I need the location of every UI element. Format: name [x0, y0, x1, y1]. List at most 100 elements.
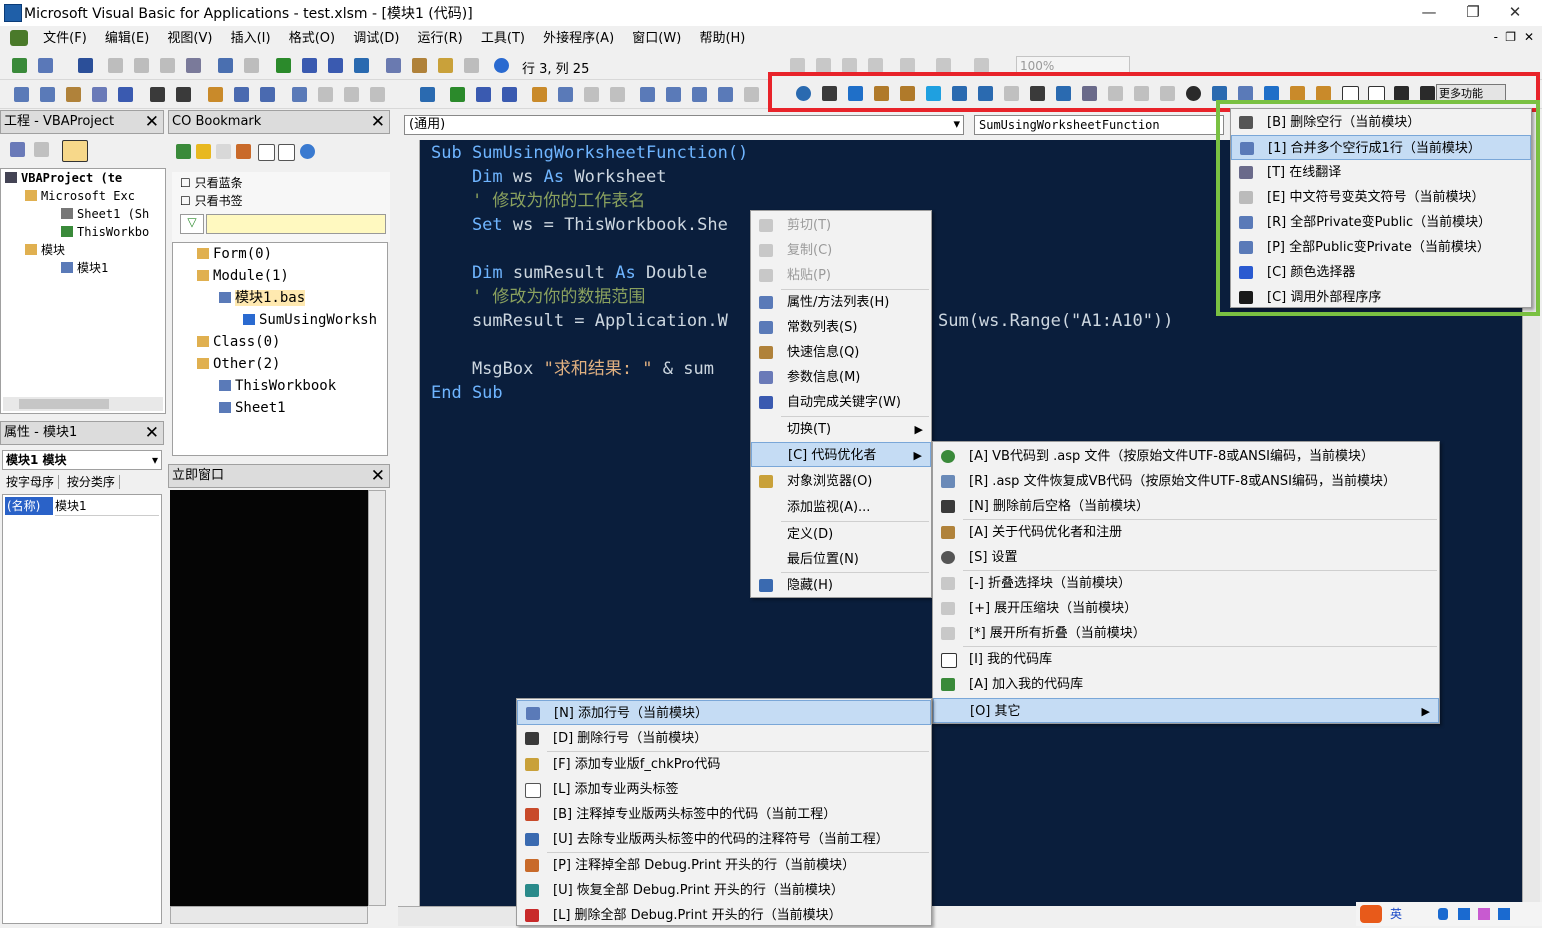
- cut-icon[interactable]: [108, 58, 123, 73]
- align-icon[interactable]: [790, 58, 805, 73]
- menu-definition[interactable]: 定义(D): [751, 522, 931, 547]
- comment-block-icon[interactable]: [234, 87, 249, 102]
- menu-tools[interactable]: 工具(T): [474, 26, 532, 51]
- breakpoint-icon[interactable]: [532, 87, 547, 102]
- more-external-program[interactable]: [C] 调用外部程序序: [1231, 285, 1531, 310]
- menu-hide[interactable]: 隐藏(H): [751, 573, 931, 598]
- tree-other[interactable]: Other(2): [213, 356, 280, 372]
- opt-about[interactable]: [A] 关于代码优化者和注册: [933, 520, 1439, 545]
- tree-form[interactable]: Form(0): [213, 246, 272, 262]
- center-icon[interactable]: [900, 58, 915, 73]
- ime-lang[interactable]: 英: [1390, 902, 1402, 926]
- filter-icon[interactable]: ▽: [180, 214, 204, 234]
- menu-toggle[interactable]: 切换(T) ▶: [751, 417, 931, 442]
- tab-alphabetic[interactable]: 按字母序: [2, 475, 60, 489]
- other-uncomment-tags[interactable]: [U] 去除专业版两头标签中的代码的注释符号（当前工程）: [517, 827, 931, 852]
- more-color-picker[interactable]: [C] 颜色选择器: [1231, 260, 1531, 285]
- menu-paste[interactable]: 粘贴(P): [751, 263, 931, 288]
- run-icon[interactable]: [276, 58, 291, 73]
- mdi-close-button[interactable]: ✕: [1524, 30, 1534, 44]
- opt-vb-to-asp[interactable]: [A] VB代码到 .asp 文件（按原始文件UTF-8或ANSI编码，当前模块…: [933, 444, 1439, 469]
- quick-info-icon[interactable]: [66, 87, 81, 102]
- immediate-window[interactable]: [170, 490, 368, 906]
- expand-tree-icon[interactable]: [278, 144, 295, 161]
- watch-window-icon[interactable]: [692, 87, 707, 102]
- menu-add-watch[interactable]: 添加监视(A)...: [751, 495, 931, 520]
- export-icon[interactable]: [1290, 86, 1305, 101]
- more-public-to-private[interactable]: [P] 全部Public变Private（当前模块）: [1231, 235, 1531, 260]
- format-icon[interactable]: [952, 86, 967, 101]
- mdi-restore-button[interactable]: ❐: [1505, 30, 1516, 44]
- menu-code-optimizer[interactable]: [C] 代码优化者 ▶: [751, 442, 931, 467]
- procedure-combo[interactable]: SumUsingWorksheetFunction: [974, 115, 1224, 135]
- toolbox-tray-icon[interactable]: [1498, 908, 1510, 920]
- opt-expand-all[interactable]: [*] 展开所有折叠（当前模块）: [933, 621, 1439, 646]
- properties-object-combo[interactable]: 模块1 模块 ▾: [2, 450, 162, 470]
- opt-asp-to-vb[interactable]: [R] .asp 文件恢复成VB代码（按原始文件UTF-8或ANSI编码，当前模…: [933, 469, 1439, 494]
- collapse-icon[interactable]: [1108, 86, 1123, 101]
- menu-quick-info[interactable]: 快速信息(Q): [751, 340, 931, 365]
- tree-vbaproject[interactable]: VBAProject (te: [21, 171, 122, 185]
- code-hscrollbar[interactable]: [398, 906, 518, 926]
- other-delete-line-numbers[interactable]: [D] 删除行号（当前模块）: [517, 726, 931, 751]
- tree-thisworkbook[interactable]: ThisWorkbo: [77, 225, 149, 239]
- step-into-icon[interactable]: [558, 87, 573, 102]
- tree-class[interactable]: Class(0): [213, 334, 280, 350]
- menu-copy[interactable]: 复制(C): [751, 238, 931, 263]
- stop-icon[interactable]: [502, 87, 517, 102]
- tree-excel-objects[interactable]: Microsoft Exc: [41, 189, 135, 203]
- param-info-icon[interactable]: [92, 87, 107, 102]
- design-mode-icon[interactable]: [354, 58, 369, 73]
- more-delete-blank-lines[interactable]: [B] 删除空行（当前模块）: [1231, 110, 1531, 135]
- run-optimizer-icon[interactable]: [1212, 86, 1227, 101]
- indent-icon[interactable]: [150, 87, 165, 102]
- redo-icon[interactable]: [244, 58, 259, 73]
- find-icon[interactable]: [186, 58, 201, 73]
- list-constants-icon[interactable]: [40, 87, 55, 102]
- code-margin[interactable]: [398, 140, 420, 926]
- bookmark-filter-input[interactable]: [206, 214, 386, 234]
- bookmark-refresh-icon[interactable]: [176, 144, 191, 159]
- other-comment-tags[interactable]: [B] 注释掉专业版两头标签中的代码（当前工程）: [517, 802, 931, 827]
- unformat-icon[interactable]: [978, 86, 993, 101]
- excel-icon[interactable]: [10, 30, 28, 46]
- module-lock-icon[interactable]: [874, 86, 889, 101]
- more-merge-blank-lines[interactable]: [1] 合并多个空行成1行（当前模块）: [1231, 135, 1531, 160]
- tree-module-folder[interactable]: Module(1): [213, 268, 289, 284]
- properties-pane-close-icon[interactable]: ✕: [145, 422, 159, 444]
- tree-modules[interactable]: 模块: [41, 243, 65, 257]
- menu-list-properties[interactable]: 属性/方法列表(H): [751, 290, 931, 315]
- settings-icon[interactable]: [1186, 86, 1201, 101]
- undo-icon[interactable]: [218, 58, 233, 73]
- other-restore-debug[interactable]: [U] 恢复全部 Debug.Print 开头的行（当前模块）: [517, 878, 931, 903]
- spacing-icon[interactable]: [974, 58, 989, 73]
- module-unlock-icon[interactable]: [900, 86, 915, 101]
- opt-other[interactable]: [O] 其它 ▶: [933, 698, 1439, 723]
- copy-icon[interactable]: [134, 58, 149, 73]
- view-object-icon[interactable]: [34, 142, 49, 157]
- menu-complete-word[interactable]: 自动完成关键字(W): [751, 390, 931, 415]
- order-icon[interactable]: [936, 58, 951, 73]
- expand-icon[interactable]: [1134, 86, 1149, 101]
- opt-trim[interactable]: [N] 删除前后空格（当前模块）: [933, 494, 1439, 519]
- size-icon[interactable]: [868, 58, 883, 73]
- other-add-chkpro[interactable]: [F] 添加专业版f_chkPro代码: [517, 752, 931, 777]
- binoculars-icon[interactable]: [1394, 86, 1409, 101]
- prev-bookmark-icon[interactable]: [344, 87, 359, 102]
- menu-file[interactable]: 文件(F): [36, 26, 94, 51]
- color-picker-icon[interactable]: [1238, 86, 1253, 101]
- project-pane-close-icon[interactable]: ✕: [145, 111, 159, 133]
- menu-run[interactable]: 运行(R): [411, 26, 470, 51]
- import-icon[interactable]: [1316, 86, 1331, 101]
- star-outline-icon[interactable]: [216, 144, 231, 159]
- filter-blue-bar[interactable]: ☐ 只看蓝条: [180, 174, 243, 191]
- step-out-icon[interactable]: [610, 87, 625, 102]
- outdent-icon[interactable]: [176, 87, 191, 102]
- opt-expand-block[interactable]: [+] 展开压缩块（当前模块）: [933, 596, 1439, 621]
- insert-module-icon[interactable]: [38, 58, 53, 73]
- opt-settings[interactable]: [S] 设置: [933, 545, 1439, 570]
- menu-format[interactable]: 格式(O): [282, 26, 342, 51]
- immediate-pane-close-icon[interactable]: ✕: [371, 465, 385, 487]
- trim-icon[interactable]: [1030, 86, 1045, 101]
- star-icon[interactable]: [196, 144, 211, 159]
